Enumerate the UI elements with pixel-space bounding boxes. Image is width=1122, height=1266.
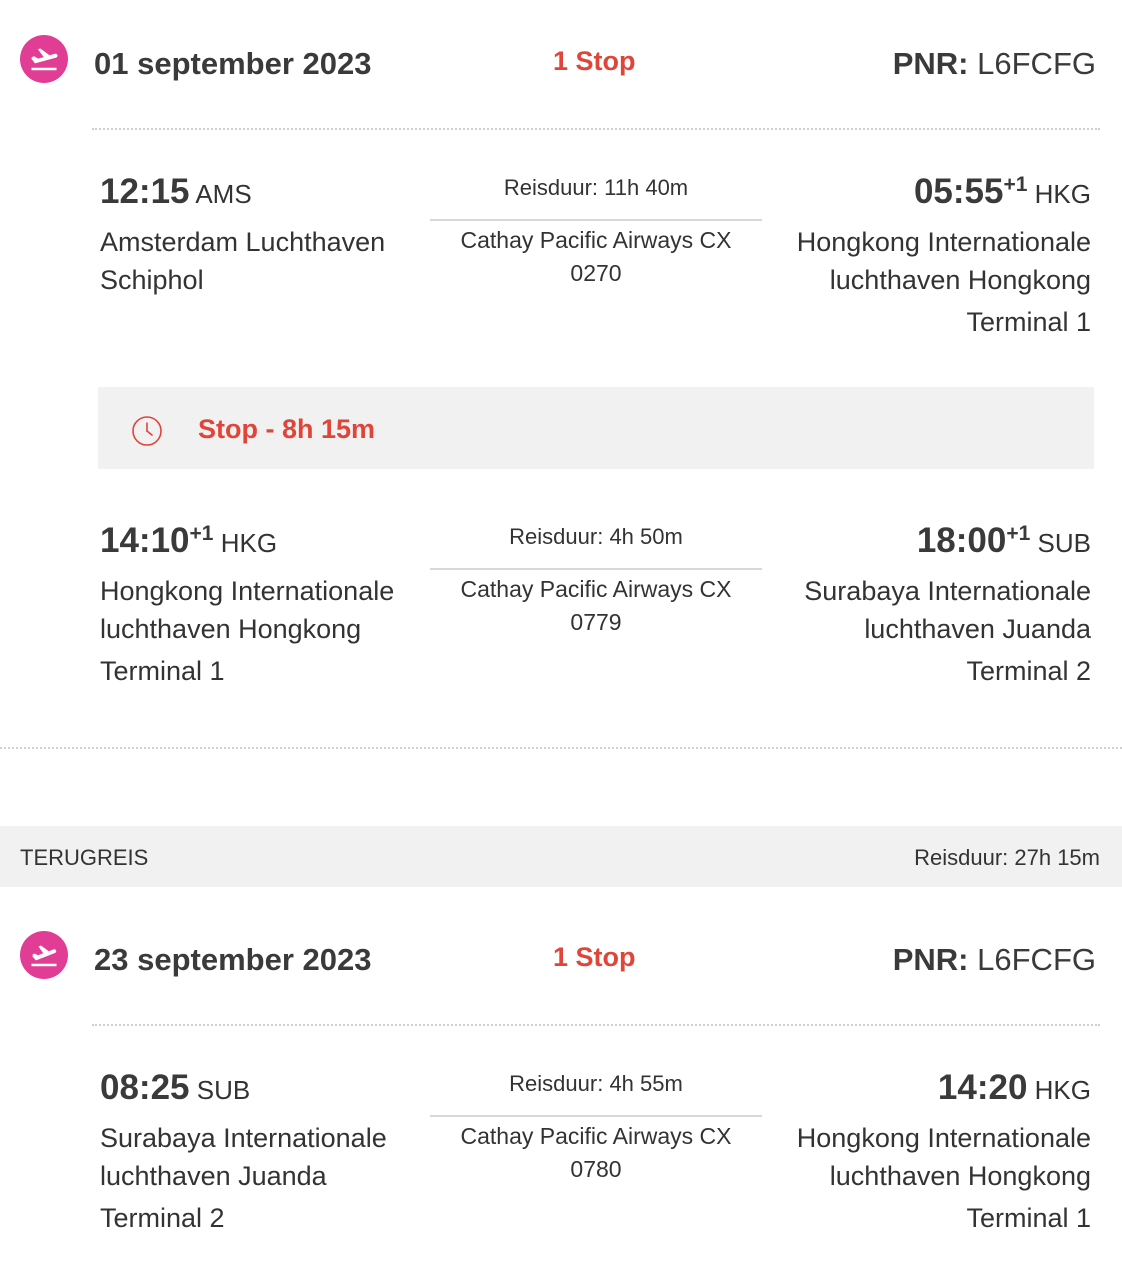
outbound-pnr: PNR: L6FCFG <box>893 46 1096 82</box>
arrival-code: HKG <box>1034 1075 1091 1105</box>
section-divider <box>0 747 1122 749</box>
departure-code: SUB <box>196 1075 251 1105</box>
divider <box>92 1024 1100 1026</box>
return-total-duration: Reisduur: 27h 15m <box>914 845 1100 870</box>
departure-place: Hongkong Internationale luchthaven Hongk… <box>100 576 395 644</box>
departure-terminal: Terminal 2 <box>100 1203 225 1233</box>
departure-place: Surabaya Internationale luchthaven Juand… <box>100 1123 387 1191</box>
duration-divider <box>430 219 762 221</box>
departure-terminal: Terminal 1 <box>100 656 225 686</box>
arrival-terminal: Terminal 1 <box>966 307 1091 337</box>
day-offset: +1 <box>1006 522 1031 545</box>
arrival-time: 14:20 <box>937 1068 1028 1107</box>
arrival-time: 18:00 <box>916 521 1007 560</box>
flight-duration: Reisduur: 4h 50m <box>509 524 683 549</box>
arrival-terminal: Terminal 2 <box>966 656 1091 686</box>
departure-code: AMS <box>195 179 252 209</box>
airline-flight: Cathay Pacific Airways CX 0779 <box>460 576 732 635</box>
flight-duration: Reisduur: 11h 40m <box>503 175 689 200</box>
departure-time: 12:15 <box>100 172 190 211</box>
arrival-time: 05:55 <box>913 172 1004 211</box>
airline-flight: Cathay Pacific Airways CX 0270 <box>460 227 732 286</box>
day-offset: +1 <box>1003 173 1028 196</box>
leg-departure-time: 14:10+1 HKG <box>100 521 277 561</box>
return-pnr: PNR: L6FCFG <box>893 942 1096 978</box>
return-stops: 1 Stop <box>553 942 636 972</box>
leg-arrival-time: 05:55+1 HKG <box>914 172 1091 212</box>
departure-place: Amsterdam Luchthaven Schiphol <box>100 227 386 295</box>
outbound-stops: 1 Stop <box>553 46 636 76</box>
pnr-label: PNR: <box>892 46 969 81</box>
arrival-place: Hongkong Internationale luchthaven Hongk… <box>796 1123 1091 1191</box>
divider <box>92 128 1100 130</box>
arrival-place: Hongkong Internationale luchthaven Hongk… <box>796 227 1091 295</box>
departure-code: HKG <box>220 528 278 558</box>
plane-departure-icon <box>20 35 68 83</box>
duration-divider <box>430 568 762 570</box>
return-date: 23 september 2023 <box>94 942 372 977</box>
arrival-code: HKG <box>1034 179 1091 209</box>
departure-time: 08:25 <box>100 1068 190 1107</box>
arrival-code: SUB <box>1037 528 1091 558</box>
flight-duration: Reisduur: 4h 55m <box>509 1071 683 1096</box>
pnr-value: L6FCFG <box>977 942 1096 977</box>
stopover-duration: Stop - 8h 15m <box>198 414 376 444</box>
outbound-date: 01 september 2023 <box>94 46 372 81</box>
airline-flight: Cathay Pacific Airways CX 0780 <box>460 1123 732 1182</box>
departure-time: 14:10 <box>100 521 190 560</box>
day-offset: +1 <box>189 522 214 545</box>
arrival-place: Surabaya Internationale luchthaven Juand… <box>804 576 1091 644</box>
plane-arrival-icon <box>20 931 68 979</box>
pnr-label: PNR: <box>892 942 969 977</box>
duration-divider <box>430 1115 762 1117</box>
return-label: TERUGREIS <box>20 845 149 870</box>
leg-arrival-time: 14:20 HKG <box>938 1068 1091 1108</box>
arrival-terminal: Terminal 1 <box>966 1203 1091 1233</box>
pnr-value: L6FCFG <box>977 46 1096 81</box>
leg-departure-time: 12:15 AMS <box>100 172 252 212</box>
leg-departure-time: 08:25 SUB <box>100 1068 250 1108</box>
leg-arrival-time: 18:00+1 SUB <box>917 521 1091 561</box>
clock-icon <box>131 415 163 452</box>
